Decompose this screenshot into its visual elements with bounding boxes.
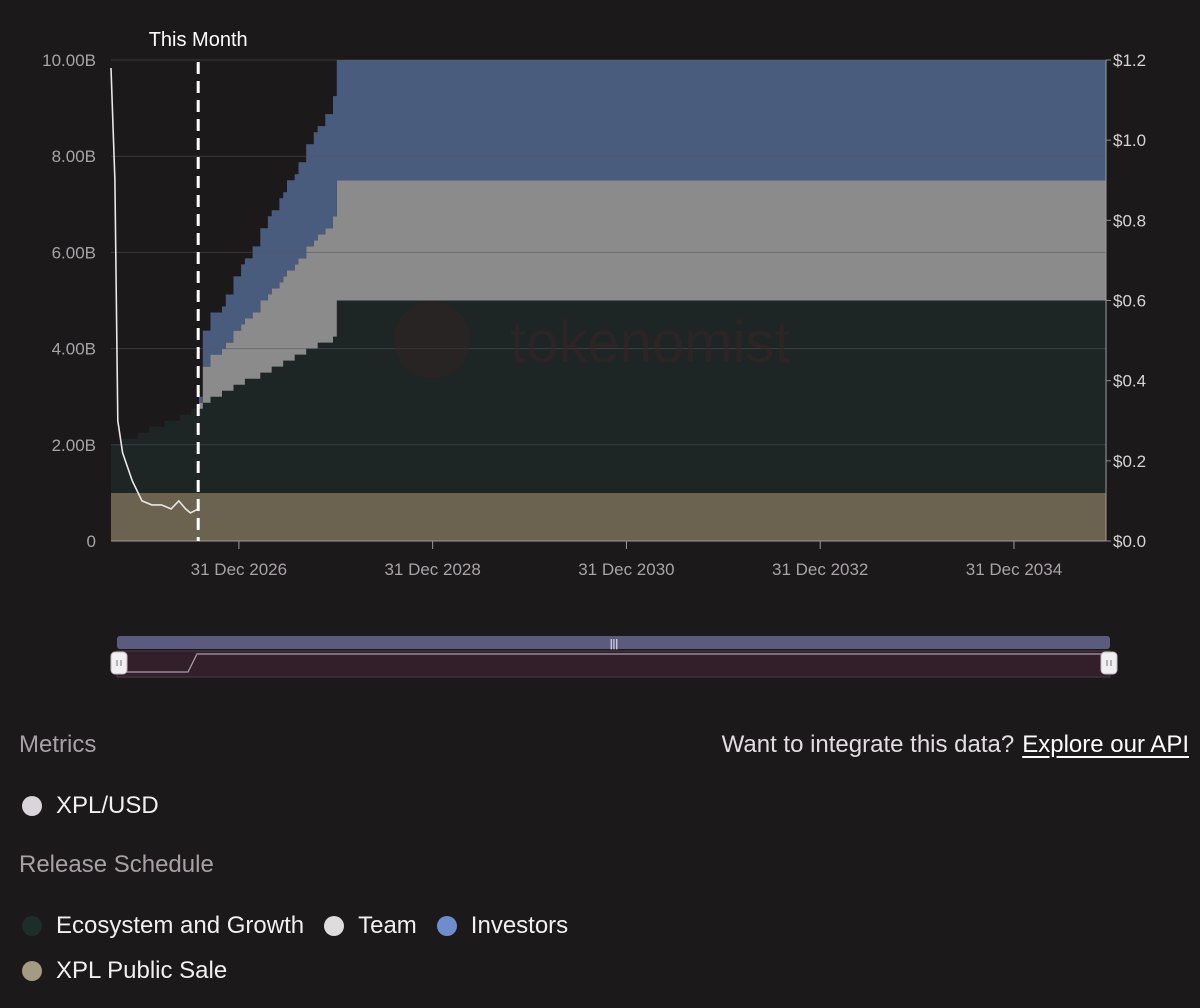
navigator-right-handle[interactable] — [1100, 651, 1118, 675]
right-tick-label: $0.0 — [1113, 532, 1146, 551]
release-legend-row-1: Ecosystem and Growth Team Investors — [22, 912, 588, 940]
x-tick-label: 31 Dec 2032 — [772, 560, 868, 579]
legend-label: XPL/USD — [56, 792, 159, 819]
watermark-text: tokenomist — [510, 310, 790, 375]
left-tick-label: 10.00B — [42, 51, 96, 70]
legend-label: Investors — [470, 912, 569, 939]
api-prompt-text: Want to integrate this data? — [721, 731, 1015, 758]
vesting-chart: 0 2.00B 4.00B 6.00B 8.00B 10.00B $0.0 $0.2 $0.4 $… — [42, 29, 1146, 678]
x-tick-label: 31 Dec 2028 — [384, 560, 480, 579]
right-tick-label: $1.2 — [1113, 51, 1146, 70]
legend-dot-icon — [436, 916, 457, 936]
right-tick-label: $0.6 — [1113, 292, 1146, 311]
right-tick-label: $0.2 — [1113, 452, 1146, 471]
x-tick-label: 31 Dec 2030 — [578, 560, 674, 579]
left-tick-label: 6.00B — [52, 243, 96, 262]
legend-label: XPL Public Sale — [56, 957, 228, 984]
x-tick-label: 31 Dec 2026 — [191, 560, 287, 579]
legend-dot-icon — [324, 916, 345, 936]
navigator-range — [116, 650, 1111, 678]
legend-item-team[interactable]: Team — [324, 912, 417, 940]
left-tick-label: 0 — [87, 532, 96, 551]
legend-dot-icon — [22, 916, 42, 936]
navigator-left-handle[interactable] — [110, 651, 128, 675]
release-schedule-heading: Release Schedule — [19, 851, 214, 878]
this-month-label: This Month — [149, 29, 248, 51]
legend-item-ecosystem[interactable]: Ecosystem and Growth — [22, 912, 304, 940]
metrics-legend: XPL/USD — [22, 792, 179, 820]
release-legend-row-2: XPL Public Sale — [22, 957, 247, 985]
right-tick-label: $1.0 — [1113, 131, 1146, 150]
left-tick-label: 8.00B — [52, 147, 96, 166]
watermark-logo-icon — [394, 302, 470, 378]
series-area-xpl-public-sale — [111, 492, 1106, 541]
left-tick-label: 2.00B — [52, 436, 96, 455]
left-tick-label: 4.00B — [52, 340, 96, 359]
navigator-grip-icon: ||| — [610, 638, 619, 650]
legend-item-xpl-usd[interactable]: XPL/USD — [22, 792, 159, 820]
legend-label: Team — [358, 912, 417, 939]
right-tick-label: $0.4 — [1113, 372, 1146, 391]
legend-label: Ecosystem and Growth — [56, 912, 305, 939]
legend-item-investors[interactable]: Investors — [436, 912, 569, 940]
metrics-heading: Metrics — [19, 731, 97, 758]
legend-item-public-sale[interactable]: XPL Public Sale — [22, 957, 227, 985]
legend-dot-icon — [22, 796, 42, 816]
right-tick-label: $0.8 — [1113, 211, 1146, 230]
explore-api-link[interactable]: Explore our API — [1022, 731, 1189, 758]
api-promo: Want to integrate this data? Explore our … — [722, 731, 1189, 759]
legend-dot-icon — [22, 961, 42, 981]
x-tick-label: 31 Dec 2034 — [966, 560, 1062, 579]
